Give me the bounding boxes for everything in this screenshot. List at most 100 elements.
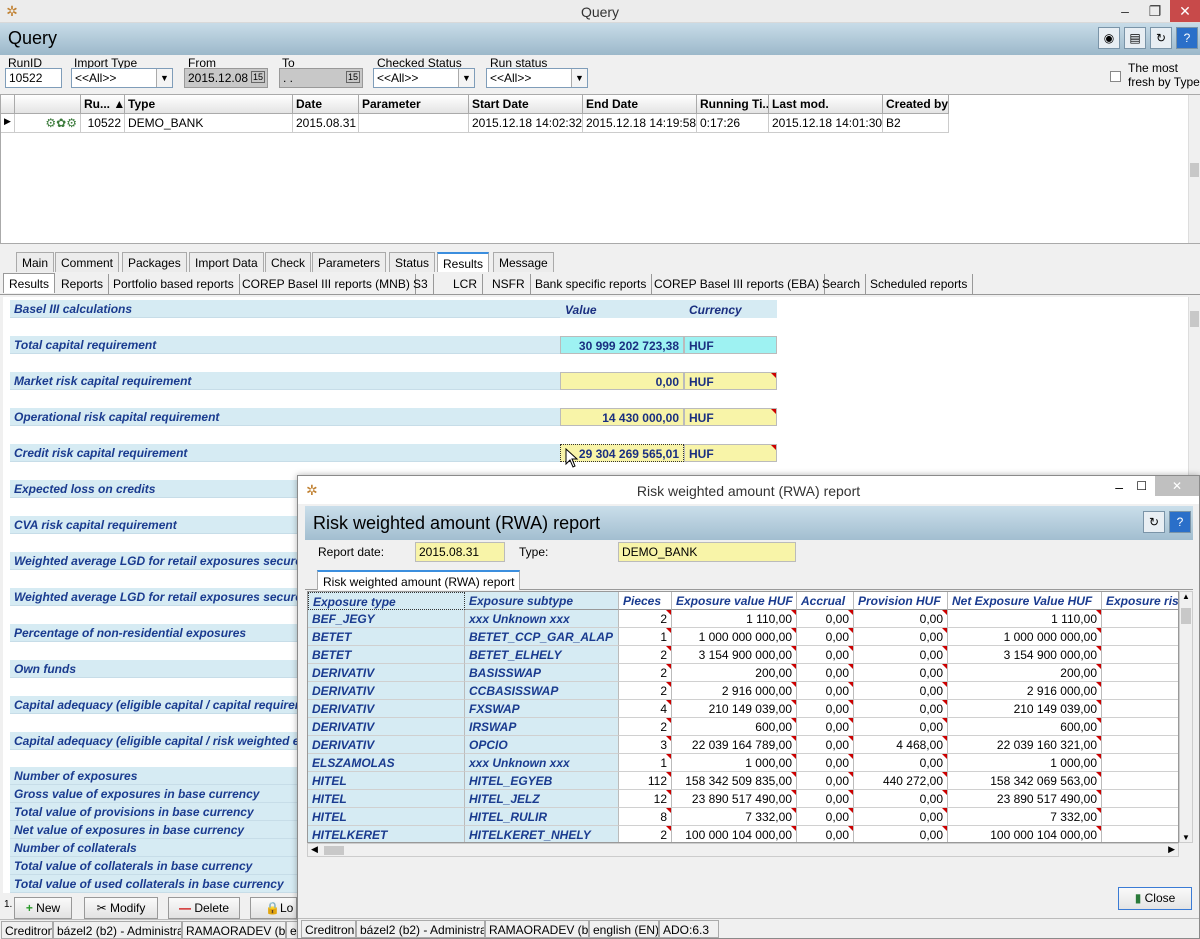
rwa-vertical-scrollbar[interactable]: ▲ ▼ — [1179, 591, 1193, 843]
table-cell-provision[interactable]: 0,00 — [854, 790, 948, 808]
chevron-down-icon[interactable]: ▼ — [458, 69, 474, 87]
table-cell-exposure-type[interactable]: HITEL — [308, 790, 465, 808]
scrollbar-thumb[interactable] — [1181, 608, 1191, 624]
table-cell-exposure-risk[interactable] — [1102, 682, 1178, 700]
table-cell-exposure-subtype[interactable]: BETET_CCP_GAR_ALAP — [465, 628, 619, 646]
table-cell-exposure-type[interactable]: BETET — [308, 628, 465, 646]
refresh-icon[interactable]: ↻ — [1150, 27, 1172, 49]
maximize-icon[interactable]: ☐ — [1136, 479, 1147, 493]
table-cell-pieces[interactable]: 8 — [619, 808, 672, 826]
table-cell-provision[interactable]: 0,00 — [854, 718, 948, 736]
table-cell-exposure-value[interactable]: 158 342 509 835,00 — [672, 772, 797, 790]
column-header-exposure-risk[interactable]: Exposure risk — [1102, 592, 1178, 610]
table-cell-exposure-risk[interactable] — [1102, 664, 1178, 682]
table-cell-accrual[interactable]: 0,00 — [797, 646, 854, 664]
help-icon[interactable]: ? — [1169, 511, 1191, 533]
delete-button[interactable]: — Delete — [168, 897, 240, 919]
table-cell-exposure-risk[interactable] — [1102, 718, 1178, 736]
column-header-exposure-value[interactable]: Exposure value HUF — [672, 592, 797, 610]
table-cell-pieces[interactable]: 2 — [619, 646, 672, 664]
column-header-provision[interactable]: Provision HUF — [854, 592, 948, 610]
table-cell-provision[interactable]: 0,00 — [854, 826, 948, 842]
table-cell-net-exposure[interactable]: 22 039 160 321,00 — [948, 736, 1102, 754]
table-cell-exposure-type[interactable]: BETET — [308, 646, 465, 664]
subtab-s3[interactable]: S3 — [408, 274, 434, 294]
table-cell-exposure-type[interactable]: HITEL — [308, 772, 465, 790]
close-button[interactable]: ▮ Close — [1118, 887, 1192, 910]
table-cell-accrual[interactable]: 0,00 — [797, 790, 854, 808]
subtab-bank-specific[interactable]: Bank specific reports — [530, 274, 653, 294]
grid-header-end-date[interactable]: End Date — [583, 95, 697, 114]
subtab-corep-eba[interactable]: COREP Basel III reports (EBA) — [649, 274, 826, 294]
grid-header-created-by[interactable]: Created by — [883, 95, 949, 114]
table-cell-exposure-subtype[interactable]: HITEL_EGYEB — [465, 772, 619, 790]
tab-results[interactable]: Results — [437, 252, 490, 272]
table-cell-end-date[interactable]: 2015.12.18 14:19:58 — [583, 114, 697, 133]
table-cell-exposure-type[interactable]: DERIVATIV — [308, 682, 465, 700]
table-cell-net-exposure[interactable]: 600,00 — [948, 718, 1102, 736]
table-cell-exposure-subtype[interactable]: OPCIO — [465, 736, 619, 754]
table-cell-parameter[interactable] — [359, 114, 469, 133]
table-cell-exposure-value[interactable]: 1 000,00 — [672, 754, 797, 772]
subtab-search[interactable]: Search — [817, 274, 867, 294]
grid-header-last-mod[interactable]: Last mod. — [769, 95, 883, 114]
table-cell-accrual[interactable]: 0,00 — [797, 628, 854, 646]
tab-message[interactable]: Message — [493, 252, 554, 272]
table-cell-accrual[interactable]: 0,00 — [797, 718, 854, 736]
grid-header-parameter[interactable]: Parameter — [359, 95, 469, 114]
table-cell-exposure-value[interactable]: 23 890 517 490,00 — [672, 790, 797, 808]
table-cell-pieces[interactable]: 12 — [619, 790, 672, 808]
table-cell-exposure-subtype[interactable]: BASISSWAP — [465, 664, 619, 682]
table-cell-exposure-value[interactable]: 3 154 900 000,00 — [672, 646, 797, 664]
table-cell-exposure-type[interactable]: DERIVATIV — [308, 664, 465, 682]
table-cell-pieces[interactable]: 2 — [619, 718, 672, 736]
table-cell-net-exposure[interactable]: 1 000 000 000,00 — [948, 628, 1102, 646]
table-cell-provision[interactable]: 0,00 — [854, 700, 948, 718]
subtab-reports[interactable]: Reports — [56, 274, 110, 294]
table-cell-exposure-value[interactable]: 22 039 164 789,00 — [672, 736, 797, 754]
table-cell-exposure-value[interactable]: 600,00 — [672, 718, 797, 736]
result-currency[interactable]: HUF — [684, 336, 777, 354]
table-cell-provision[interactable]: 0,00 — [854, 646, 948, 664]
result-currency[interactable]: HUF — [684, 444, 777, 462]
table-cell-net-exposure[interactable]: 1 110,00 — [948, 610, 1102, 628]
result-value[interactable]: 0,00 — [560, 372, 684, 390]
rwa-horizontal-scrollbar[interactable]: ◀ ▶ — [307, 843, 1179, 857]
table-cell-exposure-subtype[interactable]: HITELKERET_NHELY — [465, 826, 619, 842]
tab-main[interactable]: Main — [16, 252, 55, 272]
table-cell-net-exposure[interactable]: 100 000 104 000,00 — [948, 826, 1102, 842]
table-cell-provision[interactable]: 0,00 — [854, 754, 948, 772]
grid-header-start-date[interactable]: Start Date — [469, 95, 583, 114]
restore-icon[interactable]: ❐ — [1140, 0, 1170, 22]
table-cell-last-mod[interactable]: 2015.12.18 14:01:30 — [769, 114, 883, 133]
table-cell-exposure-subtype[interactable]: HITEL_JELZ — [465, 790, 619, 808]
table-cell-net-exposure[interactable]: 158 342 069 563,00 — [948, 772, 1102, 790]
table-cell-pieces[interactable]: 3 — [619, 736, 672, 754]
result-value[interactable]: 30 999 202 723,38 — [560, 336, 684, 354]
table-cell-start-date[interactable]: 2015.12.18 14:02:32 — [469, 114, 583, 133]
table-cell-exposure-subtype[interactable]: CCBASISSWAP — [465, 682, 619, 700]
help-icon[interactable]: ? — [1176, 27, 1198, 49]
type-field[interactable]: DEMO_BANK — [618, 542, 796, 562]
column-header-net-exposure[interactable]: Net Exposure Value HUF — [948, 592, 1102, 610]
chevron-down-icon[interactable]: ▼ — [571, 69, 587, 87]
table-cell-provision[interactable]: 440 272,00 — [854, 772, 948, 790]
grid-header-date[interactable]: Date — [293, 95, 359, 114]
table-cell-accrual[interactable]: 0,00 — [797, 754, 854, 772]
table-cell-net-exposure[interactable]: 1 000,00 — [948, 754, 1102, 772]
subtab-portfolio-reports[interactable]: Portfolio based reports — [108, 274, 240, 294]
table-cell-provision[interactable]: 0,00 — [854, 808, 948, 826]
subtab-lcr[interactable]: LCR — [448, 274, 484, 294]
table-cell-exposure-type[interactable]: DERIVATIV — [308, 700, 465, 718]
refresh-icon[interactable]: ↻ — [1143, 511, 1165, 533]
table-cell-exposure-subtype[interactable]: xxx Unknown xxx — [465, 610, 619, 628]
minimize-icon[interactable]: – — [1110, 0, 1140, 22]
result-value[interactable]: 14 430 000,00 — [560, 408, 684, 426]
table-cell-exposure-risk[interactable] — [1102, 826, 1178, 842]
table-cell-exposure-type[interactable]: ELSZAMOLAS — [308, 754, 465, 772]
table-cell-pieces[interactable]: 2 — [619, 664, 672, 682]
table-cell-running-time[interactable]: 0:17:26 — [697, 114, 769, 133]
table-cell-provision[interactable]: 0,00 — [854, 628, 948, 646]
from-date-input[interactable]: 2015.12.08 15 — [184, 68, 268, 88]
column-header-exposure-subtype[interactable]: Exposure subtype — [465, 592, 619, 610]
